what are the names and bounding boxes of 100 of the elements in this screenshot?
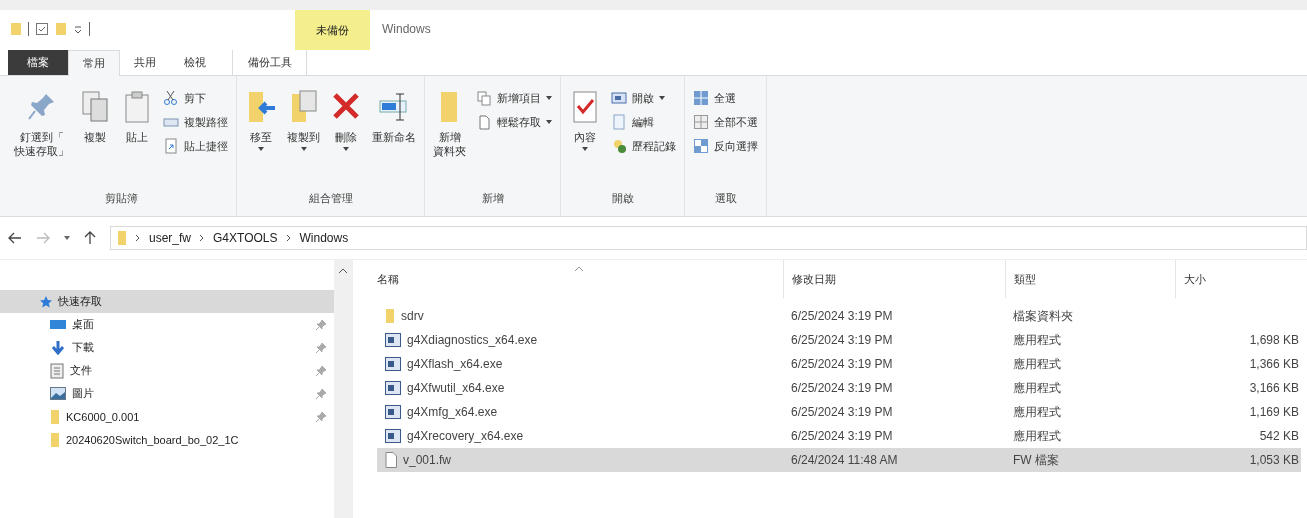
- chevron-icon: [135, 234, 141, 242]
- file-size: 1,698 KB: [1249, 333, 1299, 347]
- chevron-icon: [285, 234, 292, 242]
- ribbon-button[interactable]: 全選: [691, 88, 760, 108]
- window-title: Windows: [381, 21, 431, 36]
- up-icon[interactable]: [84, 231, 96, 245]
- nav-item[interactable]: 下載: [0, 336, 334, 359]
- ribbon-button[interactable]: 新增項目: [474, 88, 554, 108]
- folder-icon: [50, 408, 60, 425]
- file-name: g4Xmfg_x64.exe: [407, 405, 498, 419]
- file-row[interactable]: g4Xrecovery_x64.exe 6/25/2024 3:19 PM 應用程式 542 KB: [377, 424, 1301, 448]
- ribbon-button[interactable]: 複製: [77, 80, 113, 145]
- scroll-up-icon[interactable]: [339, 268, 347, 273]
- breadcrumb[interactable]: user_fw: [149, 231, 192, 245]
- application-icon: [385, 381, 401, 395]
- ribbon-button[interactable]: 新增 資料夾: [431, 80, 468, 159]
- document-icon: [50, 362, 64, 379]
- ribbon-button[interactable]: 釘選到「 快速存取」: [12, 80, 71, 159]
- application-icon: [385, 405, 401, 419]
- ribbon-button[interactable]: 刪除: [328, 80, 364, 152]
- new-item-icon: [476, 90, 492, 106]
- star-icon: [40, 295, 52, 308]
- ribbon-tab[interactable]: 共用: [120, 50, 170, 75]
- ribbon-button[interactable]: 複製到: [285, 80, 322, 152]
- chevron-icon: [199, 234, 206, 242]
- ribbon-button[interactable]: 歷程記錄: [609, 136, 678, 156]
- ribbon-button[interactable]: 開啟: [609, 88, 678, 108]
- breadcrumb[interactable]: Windows: [299, 231, 349, 245]
- sort-caret-icon: [575, 266, 583, 271]
- modified-date: 6/25/2024 3:19 PM: [790, 333, 894, 347]
- nav-item[interactable]: 文件: [0, 359, 334, 382]
- select-none-icon: [693, 114, 709, 130]
- file-size: 1,053 KB: [1249, 453, 1299, 467]
- file-type: 應用程式: [1012, 355, 1062, 373]
- ribbon-button[interactable]: 編輯: [609, 112, 678, 132]
- file-row[interactable]: g4Xmfg_x64.exe 6/25/2024 3:19 PM 應用程式 1,169 KB: [377, 400, 1301, 424]
- ribbon-button[interactable]: 剪下: [161, 88, 230, 108]
- column-header[interactable]: 大小: [1175, 260, 1301, 298]
- file-row[interactable]: v_001.fw 6/24/2024 11:48 AM FW 檔案 1,053 KB: [377, 448, 1301, 472]
- nav-item[interactable]: KC6000_0.001: [0, 405, 334, 428]
- nav-item[interactable]: 圖片: [0, 382, 334, 405]
- modified-date: 6/25/2024 3:19 PM: [790, 405, 894, 419]
- file-name: g4Xdiagnostics_x64.exe: [407, 333, 538, 347]
- back-icon[interactable]: [8, 232, 22, 244]
- ribbon-button[interactable]: 輕鬆存取: [474, 112, 554, 132]
- history-icon: [611, 138, 627, 154]
- picture-icon: [50, 387, 66, 400]
- ribbon-tab[interactable]: 檔案: [8, 50, 68, 75]
- customize-caret-icon[interactable]: [73, 23, 83, 35]
- copy-icon: [79, 90, 111, 124]
- ribbon-tab[interactable]: 檢視: [170, 50, 220, 75]
- ribbon-group-label: 開啟: [610, 191, 635, 206]
- ribbon-group-label: 新增: [480, 191, 505, 206]
- modified-date: 6/25/2024 3:19 PM: [790, 357, 894, 371]
- file-row[interactable]: g4Xdiagnostics_x64.exe 6/25/2024 3:19 PM 應用程式 1,698 KB: [377, 328, 1301, 352]
- column-header[interactable]: 名稱: [377, 260, 783, 298]
- select-all-icon: [693, 90, 709, 106]
- application-icon: [385, 333, 401, 347]
- ribbon-button[interactable]: 複製路徑: [161, 112, 230, 132]
- rename-icon: [378, 90, 410, 124]
- ribbon-tab[interactable]: 常用: [68, 50, 120, 76]
- file-row[interactable]: g4Xfwutil_x64.exe 6/25/2024 3:19 PM 應用程式 3,166 KB: [377, 376, 1301, 400]
- modified-date: 6/25/2024 3:19 PM: [790, 381, 894, 395]
- file-name: g4Xflash_x64.exe: [407, 357, 503, 371]
- ribbon-group-label: 選取: [713, 191, 738, 206]
- ribbon-button[interactable]: 貼上捷徑: [161, 136, 230, 156]
- file-name: g4Xfwutil_x64.exe: [407, 381, 505, 395]
- properties-icon[interactable]: [35, 22, 49, 36]
- ribbon-button[interactable]: 全部不選: [691, 112, 760, 132]
- ribbon-group-label: 剪貼簿: [103, 191, 139, 206]
- nav-item[interactable]: 20240620Switch_board_bo_02_1C: [0, 428, 334, 451]
- breadcrumb[interactable]: G4XTOOLS: [213, 231, 278, 245]
- ribbon-button[interactable]: 移至: [243, 80, 279, 152]
- ribbon-button[interactable]: 內容: [567, 80, 603, 152]
- application-icon: [385, 357, 401, 371]
- ribbon-button[interactable]: 貼上: [119, 80, 155, 145]
- file-type: FW 檔案: [1012, 451, 1060, 469]
- nav-item[interactable]: 桌面: [0, 313, 334, 336]
- modified-date: 6/24/2024 11:48 AM: [790, 453, 899, 467]
- file-type: 應用程式: [1012, 427, 1062, 445]
- recent-caret-icon[interactable]: [64, 236, 70, 240]
- file-size: 3,166 KB: [1249, 381, 1299, 395]
- ribbon-tab[interactable]: 備份工具: [232, 50, 307, 75]
- address-bar[interactable]: user_fw G4XTOOLS Windows: [110, 226, 1307, 250]
- column-header[interactable]: 修改日期: [783, 260, 1005, 298]
- file-type: 應用程式: [1012, 403, 1062, 421]
- file-row[interactable]: g4Xflash_x64.exe 6/25/2024 3:19 PM 應用程式 1,366 KB: [377, 352, 1301, 376]
- column-header[interactable]: 類型: [1005, 260, 1175, 298]
- folder-icon: [385, 308, 395, 324]
- window-icon: [611, 90, 627, 106]
- file-name: sdrv: [401, 309, 424, 323]
- file-size: 1,169 KB: [1249, 405, 1299, 419]
- file-type: 應用程式: [1012, 379, 1062, 397]
- context-tab-header: 未備份: [295, 10, 370, 50]
- file-size: 542 KB: [1259, 429, 1299, 443]
- scrollbar[interactable]: [334, 260, 352, 518]
- file-row[interactable]: sdrv 6/25/2024 3:19 PM 檔案資料夾: [377, 304, 1301, 328]
- ribbon-button[interactable]: 重新命名: [370, 80, 418, 145]
- nav-item[interactable]: 快速存取: [0, 290, 334, 313]
- ribbon-button[interactable]: 反向選擇: [691, 136, 760, 156]
